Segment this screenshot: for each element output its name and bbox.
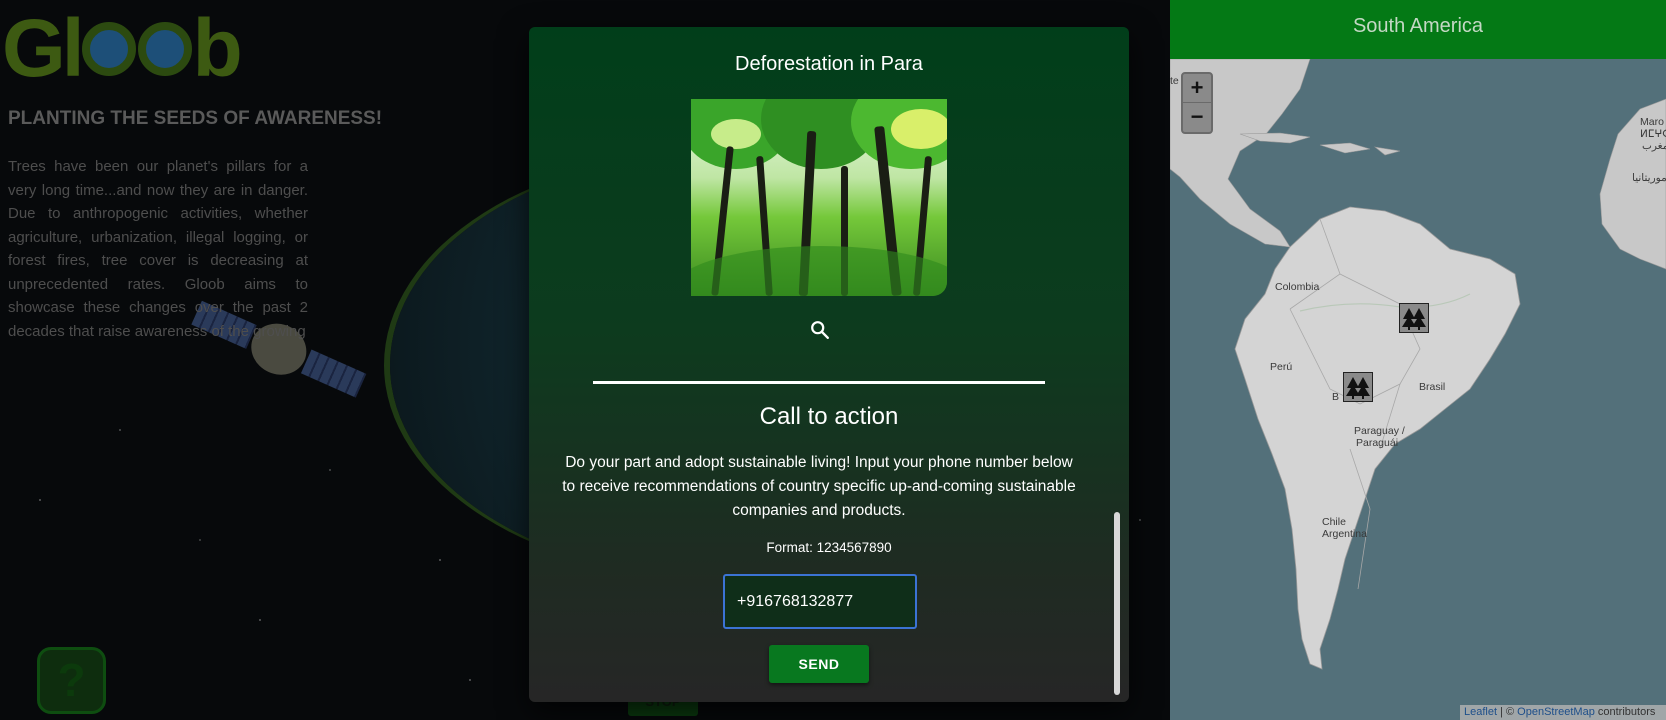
phone-number-input[interactable] [723, 574, 917, 629]
forest-image[interactable] [691, 99, 947, 296]
map-label-chile: Chile [1322, 516, 1346, 528]
tagline: PLANTING THE SEEDS OF AWARENESS! [8, 108, 383, 129]
info-modal: Deforestation in Para Call to action Do … [529, 27, 1129, 702]
map-label-mauritania: موريتانيا [1632, 172, 1666, 184]
modal-scrollbar[interactable] [1114, 512, 1120, 695]
map-tiles [1170, 59, 1666, 670]
send-button[interactable]: SEND [769, 645, 869, 683]
osm-link[interactable]: OpenStreetMap [1517, 706, 1595, 718]
map-view[interactable]: + − te Maro ⵍⵎⵖⵔⵉⴱ المغرب موريتانيا Colo… [1170, 59, 1666, 720]
map-label-peru: Perú [1270, 361, 1293, 373]
map-label-brasil: Brasil [1419, 381, 1446, 393]
section-divider [593, 381, 1045, 384]
map-label-morocco: Maro [1640, 116, 1664, 128]
map-label-morocco-ar: المغرب [1642, 140, 1666, 152]
zoom-in-button[interactable]: + [1183, 74, 1211, 103]
map-label-edge: te [1170, 75, 1179, 87]
map-panel: South America + − te Maro ⵍⵎⵖⵔⵉⴱ المغرب … [1170, 0, 1666, 720]
help-button[interactable]: ? [37, 647, 106, 714]
modal-title: Deforestation in Para [735, 53, 923, 75]
map-zoom-control: + − [1181, 72, 1213, 134]
cta-title: Call to action [759, 403, 899, 430]
app-logo: Gl b [2, 3, 243, 94]
map-label-paraguay-2: Paraguái [1356, 437, 1399, 449]
map-attribution: Leaflet | © OpenStreetMap contributors [1460, 705, 1666, 720]
map-label-bolivia: B [1332, 391, 1340, 403]
tree-marker-icon[interactable] [1343, 372, 1373, 402]
leaflet-link[interactable]: Leaflet [1464, 706, 1497, 718]
intro-text: Trees have been our planet's pillars for… [8, 158, 308, 340]
search-icon[interactable] [809, 319, 831, 341]
cta-description: Do your part and adopt sustainable livin… [562, 454, 1076, 519]
zoom-out-button[interactable]: − [1183, 103, 1211, 132]
map-label-morocco-tif: ⵍⵎⵖⵔⵉⴱ [1640, 128, 1666, 140]
tree-marker-icon[interactable] [1399, 303, 1429, 333]
map-label-argentina: Argentina [1322, 528, 1367, 540]
phone-format-hint: Format: 1234567890 [766, 540, 892, 555]
map-label-paraguay: Paraguay / [1354, 425, 1405, 437]
map-region-title: South America [1170, 0, 1666, 59]
map-label-colombia: Colombia [1275, 281, 1320, 293]
